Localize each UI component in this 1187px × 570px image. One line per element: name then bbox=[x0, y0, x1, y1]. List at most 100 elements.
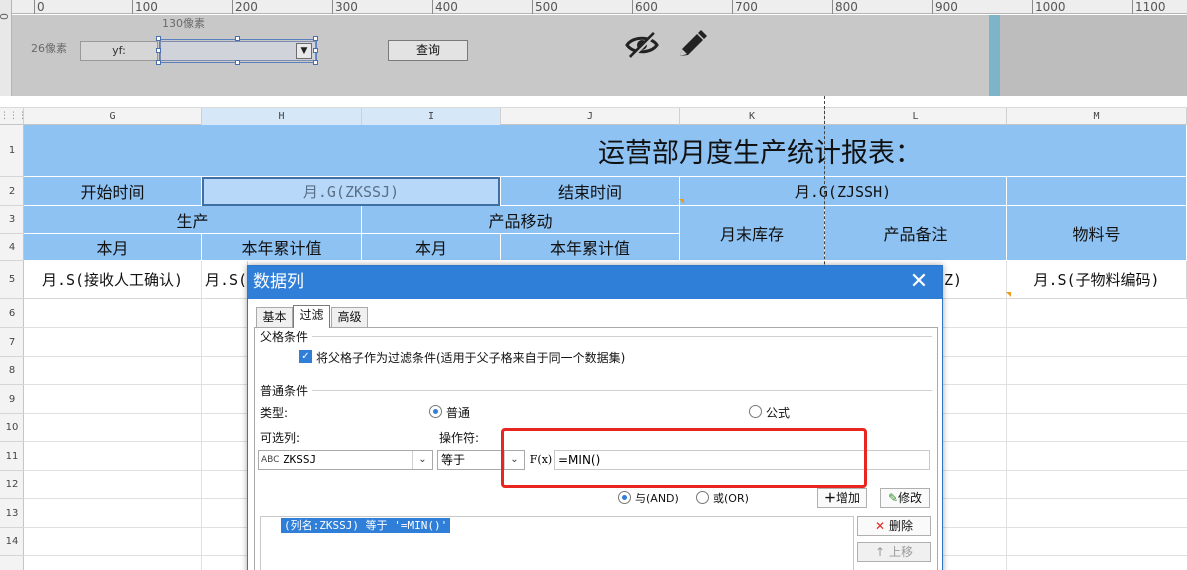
tab-basic[interactable]: 基本 bbox=[256, 307, 293, 327]
month-stock-header-cell[interactable]: 月末库存 bbox=[680, 206, 825, 261]
parent-condition-label: 将父格子作为过滤条件(适用于父子格来自于同一个数据集) bbox=[316, 351, 626, 365]
param-combo-box[interactable]: ▼ bbox=[160, 41, 316, 61]
pencil-icon[interactable] bbox=[676, 30, 708, 60]
row-header[interactable]: 7 bbox=[0, 328, 24, 357]
start-time-value-cell[interactable]: 月.G(ZKSSJ) bbox=[202, 177, 500, 206]
condition-list-item[interactable]: (列名:ZKSSJ) 等于 '=MIN()' bbox=[281, 518, 451, 533]
column-header-l[interactable]: L bbox=[825, 108, 1007, 126]
grid-column-line bbox=[1006, 261, 1007, 570]
type-normal-label: 普通 bbox=[446, 406, 471, 420]
width-dimension-label: 130像素 bbox=[162, 17, 205, 30]
column-header-h[interactable]: H bbox=[202, 108, 362, 126]
group-divider bbox=[312, 336, 932, 337]
row-header[interactable]: 14 bbox=[0, 528, 24, 556]
production-header-cell[interactable]: 生产 bbox=[24, 206, 362, 234]
row-header[interactable]: 2 bbox=[0, 177, 24, 206]
row-header[interactable]: 5 bbox=[0, 261, 24, 299]
and-label: 与(AND) bbox=[635, 492, 679, 505]
chevron-down-icon[interactable]: ⌄ bbox=[412, 451, 432, 469]
row-header[interactable]: 3 bbox=[0, 206, 24, 234]
this-month-header-cell[interactable]: 本月 bbox=[24, 234, 202, 261]
dropdown-arrow-icon[interactable]: ▼ bbox=[296, 43, 312, 59]
column-header-k[interactable]: K bbox=[680, 108, 825, 126]
condition-list[interactable]: (列名:ZKSSJ) 等于 '=MIN()' bbox=[260, 516, 854, 570]
resize-handle[interactable] bbox=[313, 36, 318, 41]
delete-button-label: 删除 bbox=[888, 519, 913, 533]
end-time-label-cell[interactable]: 结束时间 bbox=[501, 177, 680, 206]
row-header[interactable]: 4 bbox=[0, 234, 24, 261]
add-condition-button[interactable]: ＋增加 bbox=[817, 488, 867, 508]
product-move-header-cell[interactable]: 产品移动 bbox=[362, 206, 680, 234]
row-header[interactable]: 9 bbox=[0, 385, 24, 414]
resize-handle[interactable] bbox=[313, 48, 318, 53]
resize-handle[interactable] bbox=[235, 60, 240, 65]
operator-select-value: 等于 bbox=[441, 453, 466, 467]
row-header[interactable]: 12 bbox=[0, 471, 24, 499]
parent-condition-title: 父格条件 bbox=[260, 330, 309, 344]
data-cell-h5[interactable]: 月.S( bbox=[202, 261, 248, 299]
canvas-edge-marker[interactable] bbox=[989, 15, 1000, 96]
ytd-header-cell[interactable]: 本年累计值 bbox=[501, 234, 680, 261]
ruler-tick: 500 bbox=[532, 0, 558, 14]
select-all-corner[interactable]: ⋮⋮⋮ bbox=[0, 108, 27, 126]
ytd-header-cell[interactable]: 本年累计值 bbox=[202, 234, 362, 261]
eye-slash-icon[interactable] bbox=[624, 30, 660, 60]
delete-condition-button[interactable]: ✕ 删除 bbox=[857, 516, 931, 536]
row-header[interactable]: 8 bbox=[0, 357, 24, 385]
arrow-up-icon: ↑ bbox=[875, 545, 886, 559]
empty-header-cell[interactable] bbox=[1007, 177, 1187, 206]
edit-condition-button[interactable]: ✎修改 bbox=[880, 488, 930, 508]
param-label-yf[interactable]: yf: bbox=[80, 41, 158, 61]
resize-handle[interactable] bbox=[235, 36, 240, 41]
column-header-j[interactable]: J bbox=[501, 108, 680, 126]
delete-icon: ✕ bbox=[875, 519, 886, 533]
query-button[interactable]: 查询 bbox=[388, 40, 468, 61]
or-radio[interactable] bbox=[696, 491, 709, 504]
resize-handle[interactable] bbox=[156, 36, 161, 41]
resize-handle[interactable] bbox=[156, 60, 161, 65]
cell-expand-marker bbox=[679, 199, 684, 204]
column-header-i[interactable]: I bbox=[362, 108, 501, 126]
column-select[interactable]: ABC ZKSSJ ⌄ bbox=[258, 450, 433, 470]
data-cell-sub-material-code[interactable]: 月.S(子物料编码) bbox=[1007, 261, 1187, 299]
end-time-value-cell[interactable]: 月.G(ZJSSH) bbox=[680, 177, 1007, 206]
move-up-button-label: 上移 bbox=[888, 545, 913, 559]
ruler-tick: 100 bbox=[132, 0, 158, 14]
report-title-cell[interactable]: 运营部月度生产统计报表： bbox=[24, 125, 1187, 177]
group-divider bbox=[312, 390, 932, 391]
type-normal-radio[interactable] bbox=[429, 405, 442, 418]
product-note-header-cell[interactable]: 产品备注 bbox=[825, 206, 1007, 261]
data-column-dialog: 数据列 ✕ 基本 过滤 高级 父格条件 ✓ 将父格子作为过滤条件(适用于父子格来… bbox=[247, 265, 943, 570]
close-icon[interactable]: ✕ bbox=[908, 270, 930, 294]
resize-handle[interactable] bbox=[313, 60, 318, 65]
data-cell-receive-confirm[interactable]: 月.S(接收人工确认) bbox=[24, 261, 202, 299]
resize-handle[interactable] bbox=[156, 48, 161, 53]
tab-filter[interactable]: 过滤 bbox=[293, 305, 330, 328]
cell-expand-marker bbox=[1006, 292, 1011, 297]
row-header-bar: 1 2 3 4 5 6 7 8 9 10 11 12 13 14 bbox=[0, 125, 24, 570]
column-select-value: ZKSSJ bbox=[283, 453, 317, 466]
row-header[interactable]: 1 bbox=[0, 125, 24, 177]
field-type-icon: ABC bbox=[261, 455, 280, 465]
data-cell-l5[interactable]: Z) bbox=[942, 261, 1007, 299]
row-header[interactable]: 11 bbox=[0, 442, 24, 471]
parent-condition-checkbox[interactable]: ✓ bbox=[299, 350, 312, 363]
ruler-tick: 900 bbox=[932, 0, 958, 14]
edit-icon: ✎ bbox=[887, 491, 899, 505]
ruler-tick: 0 bbox=[34, 0, 45, 14]
tab-advanced[interactable]: 高级 bbox=[331, 307, 368, 327]
column-header-g[interactable]: G bbox=[24, 108, 202, 126]
dialog-title[interactable]: 数据列 bbox=[248, 266, 942, 299]
row-header[interactable]: 6 bbox=[0, 299, 24, 328]
ruler-tick: 600 bbox=[632, 0, 658, 14]
this-month-header-cell[interactable]: 本月 bbox=[362, 234, 501, 261]
or-label: 或(OR) bbox=[713, 492, 749, 505]
type-formula-radio[interactable] bbox=[749, 405, 762, 418]
row-header[interactable]: 13 bbox=[0, 499, 24, 528]
row-header[interactable]: 10 bbox=[0, 414, 24, 442]
move-up-button[interactable]: ↑ 上移 bbox=[857, 542, 931, 562]
start-time-label-cell[interactable]: 开始时间 bbox=[24, 177, 202, 206]
material-no-header-cell[interactable]: 物料号 bbox=[1007, 206, 1187, 261]
column-header-m[interactable]: M bbox=[1007, 108, 1187, 126]
and-radio[interactable] bbox=[618, 491, 631, 504]
